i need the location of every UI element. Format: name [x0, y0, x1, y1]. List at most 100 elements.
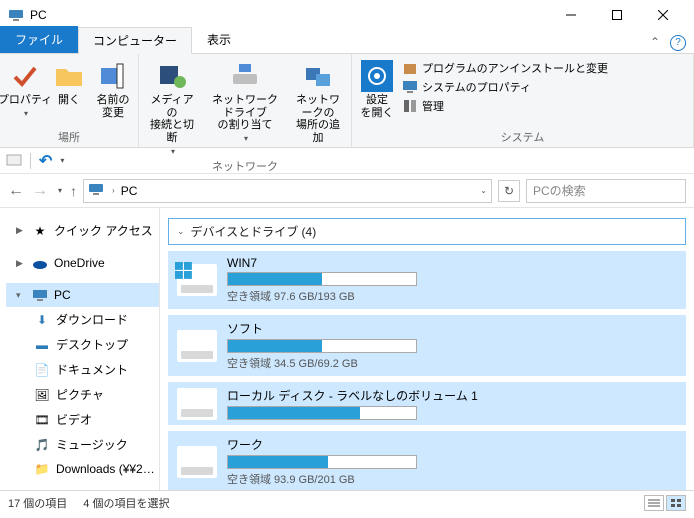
drive-usage-bar — [227, 272, 417, 286]
sidebar-item-quickaccess[interactable]: ▶ ★ クイック アクセス — [6, 218, 159, 243]
ribbon-group-system: 設定 を開く プログラムのアンインストールと変更 システムのプロパティ 管理 シ… — [352, 54, 694, 147]
media-connect-button[interactable]: メディアの 接続と切断 ▾ — [145, 58, 199, 156]
folder-icon: 📁 — [34, 461, 50, 477]
sidebar-item-documents[interactable]: 📄 ドキュメント — [6, 357, 159, 382]
drive-item[interactable]: ソフト 空き領域 34.5 GB/69.2 GB — [168, 315, 686, 376]
properties-button[interactable]: プロパティ ▾ — [6, 58, 44, 118]
video-icon: 🎞 — [34, 412, 50, 428]
drive-icon — [177, 330, 217, 362]
checkmark-icon — [9, 60, 41, 92]
forward-button[interactable]: → — [32, 182, 48, 200]
collapse-ribbon-icon[interactable]: ⌃ — [644, 31, 666, 53]
sidebar-item-downloads[interactable]: ⬇ ダウンロード — [6, 307, 159, 332]
drive-name: ソフト — [227, 320, 677, 337]
history-dropdown-icon[interactable]: ▾ — [58, 186, 62, 195]
rename-button[interactable]: 名前の 変更 — [94, 58, 132, 119]
chevron-right-icon[interactable]: › — [112, 186, 115, 195]
settings-gear-icon — [361, 60, 393, 92]
ribbon-group-location: プロパティ ▾ 開く 名前の 変更 場所 — [0, 54, 139, 147]
drive-usage-bar — [227, 406, 417, 420]
drive-item[interactable]: ローカル ディスク - ラベルなしのボリューム 1 — [168, 382, 686, 425]
manage-icon — [402, 98, 418, 114]
open-settings-button[interactable]: 設定 を開く — [358, 58, 396, 119]
sidebar-item-pictures[interactable]: 🖼 ピクチャ — [6, 382, 159, 407]
tab-computer[interactable]: コンピューター — [78, 27, 192, 54]
open-button[interactable]: 開く — [50, 58, 88, 107]
pc-icon — [88, 181, 104, 200]
drive-free-text: 空き領域 97.6 GB/193 GB — [227, 288, 677, 304]
breadcrumb[interactable]: PC — [121, 184, 138, 198]
drive-name: ローカル ディスク - ラベルなしのボリューム 1 — [227, 387, 677, 404]
drive-free-text: 空き領域 93.9 GB/201 GB — [227, 471, 677, 487]
manage-button[interactable]: 管理 — [402, 98, 608, 114]
system-properties-button[interactable]: システムのプロパティ — [402, 79, 608, 95]
tab-view[interactable]: 表示 — [192, 26, 246, 53]
ribbon: プロパティ ▾ 開く 名前の 変更 場所 メディアの 接続と切断 ▾ ネットワ — [0, 54, 694, 148]
sidebar-item-videos[interactable]: 🎞 ビデオ — [6, 407, 159, 432]
help-icon[interactable]: ? — [670, 35, 686, 51]
tab-file[interactable]: ファイル — [0, 26, 78, 53]
drive-icon — [177, 388, 217, 420]
sidebar-item-pc[interactable]: ▾ PC — [6, 283, 159, 307]
chevron-down-icon: ▾ — [16, 290, 26, 301]
undo-icon[interactable]: ↶ — [39, 151, 52, 171]
pictures-icon: 🖼 — [34, 387, 50, 403]
drive-icon — [177, 446, 217, 478]
ribbon-group-network: メディアの 接続と切断 ▾ ネットワーク ドライブ の割り当て ▾ ネットワーク… — [139, 54, 352, 147]
back-button[interactable]: ← — [8, 182, 24, 200]
content-pane: ⌄ デバイスとドライブ (4) WIN7 空き領域 97.6 GB/193 GB… — [160, 208, 694, 490]
sidebar-item-downloads-share[interactable]: 📁 Downloads (¥¥2… — [6, 457, 159, 481]
uninstall-programs-button[interactable]: プログラムのアンインストールと変更 — [402, 60, 608, 76]
search-input[interactable]: PCの検索 — [526, 179, 686, 203]
address-bar: ← → ▾ ↑ › PC ⌄ ↻ PCの検索 — [0, 174, 694, 208]
add-location-button[interactable]: ネットワークの 場所の追加 — [291, 58, 345, 145]
chevron-down-icon: ⌄ — [177, 226, 185, 237]
title-bar: PC — [0, 0, 694, 30]
media-icon — [156, 60, 188, 92]
chevron-right-icon: ▶ — [16, 225, 26, 236]
monitor-icon — [402, 79, 418, 95]
ribbon-tabs: ファイル コンピューター 表示 ⌃ ? — [0, 30, 694, 54]
status-selected-count: 4 個の項目を選択 — [83, 495, 169, 511]
drive-usage-bar — [227, 339, 417, 353]
sidebar-item-music[interactable]: 🎵 ミュージック — [6, 432, 159, 457]
navigation-sidebar: ▶ ★ クイック アクセス ▶ OneDrive ▾ PC ⬇ ダウンロード ▬… — [0, 208, 160, 490]
add-location-icon — [302, 60, 334, 92]
desktop-icon: ▬ — [34, 337, 50, 353]
star-icon: ★ — [32, 223, 48, 239]
section-header-devices[interactable]: ⌄ デバイスとドライブ (4) — [168, 218, 686, 245]
drive-usage-bar — [227, 455, 417, 469]
status-item-count: 17 個の項目 — [8, 495, 67, 511]
pc-icon — [32, 287, 48, 303]
pc-icon — [8, 7, 24, 23]
maximize-button[interactable] — [594, 0, 640, 30]
map-drive-button[interactable]: ネットワーク ドライブ の割り当て ▾ — [205, 58, 285, 143]
minimize-button[interactable] — [548, 0, 594, 30]
drive-free-text: 空き領域 34.5 GB/69.2 GB — [227, 355, 677, 371]
window-title: PC — [30, 8, 47, 22]
view-details-button[interactable] — [644, 495, 664, 511]
box-icon — [402, 60, 418, 76]
qat-dropdown-icon[interactable]: ▾ — [60, 156, 64, 165]
sidebar-item-onedrive[interactable]: ▶ OneDrive — [6, 251, 159, 275]
chevron-right-icon: ▶ — [16, 258, 26, 269]
refresh-button[interactable]: ↻ — [498, 180, 520, 202]
drive-item[interactable]: WIN7 空き領域 97.6 GB/193 GB — [168, 251, 686, 309]
cloud-icon — [32, 255, 48, 271]
rename-icon — [97, 60, 129, 92]
drive-icon — [177, 264, 217, 296]
sidebar-item-desktop[interactable]: ▬ デスクトップ — [6, 332, 159, 357]
chevron-down-icon[interactable]: ⌄ — [480, 186, 487, 195]
download-icon: ⬇ — [34, 312, 50, 328]
close-button[interactable] — [640, 0, 686, 30]
view-tiles-button[interactable] — [666, 495, 686, 511]
drive-item[interactable]: ワーク 空き領域 93.9 GB/201 GB — [168, 431, 686, 490]
folder-icon[interactable] — [6, 151, 22, 170]
drive-name: ワーク — [227, 436, 677, 453]
document-icon: 📄 — [34, 362, 50, 378]
network-drive-icon — [229, 60, 261, 92]
status-bar: 17 個の項目 4 個の項目を選択 — [0, 490, 694, 514]
up-button[interactable]: ↑ — [70, 183, 77, 199]
quick-access-toolbar: ↶ ▾ — [0, 148, 694, 174]
address-box[interactable]: › PC ⌄ — [83, 179, 492, 203]
